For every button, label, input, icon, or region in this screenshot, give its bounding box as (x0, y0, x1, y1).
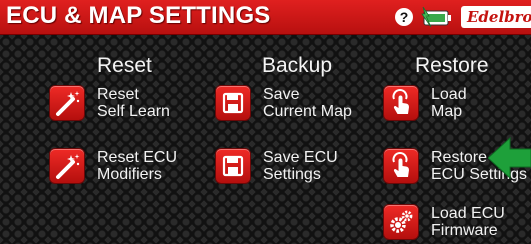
label-line-1: Reset ECU (97, 149, 178, 166)
edelbrock-logo: Edelbrock (461, 6, 531, 28)
load-ecu-firmware-button[interactable]: Load ECU Firmware (384, 203, 505, 243)
battery-charging-icon (421, 6, 451, 28)
header-bar: ECU & MAP SETTINGS ? Edelbrock (0, 0, 531, 35)
column-heading-backup: Backup (262, 54, 333, 77)
label-line-2: Map (431, 103, 463, 120)
reset-ecu-modifiers-button[interactable]: Reset ECU Modifiers (50, 147, 177, 187)
label-line-1: Load (431, 86, 467, 103)
reset-ecu-modifiers-label: Reset ECU Modifiers (97, 149, 177, 183)
reset-self-learn-button[interactable]: Reset Self Learn (50, 84, 170, 124)
column-heading-restore: Restore (415, 54, 489, 77)
label-line-2: Modifiers (97, 166, 162, 183)
load-map-button[interactable]: Load Map (384, 84, 484, 124)
floppy-disk-icon (216, 86, 250, 120)
touch-hand-icon (384, 149, 418, 183)
load-ecu-firmware-label: Load ECU Firmware (431, 205, 505, 239)
wand-icon (50, 149, 84, 183)
column-heading-reset: Reset (97, 54, 152, 77)
label-line-1: Reset (97, 86, 139, 103)
help-icon[interactable]: ? (395, 8, 413, 26)
save-current-map-label: Save Current Map (263, 86, 352, 120)
touch-hand-icon (384, 86, 418, 120)
gears-icon (384, 205, 418, 239)
save-current-map-button[interactable]: Save Current Map (216, 84, 352, 124)
label-line-2: Settings (263, 166, 321, 183)
green-arrow-icon (488, 136, 531, 180)
label-line-2: Current Map (263, 103, 352, 120)
label-line-1: Save (263, 86, 300, 103)
save-ecu-settings-button[interactable]: Save ECU Settings (216, 147, 346, 187)
floppy-disk-icon (216, 149, 250, 183)
page-title: ECU & MAP SETTINGS (6, 2, 271, 29)
save-ecu-settings-label: Save ECU Settings (263, 149, 338, 183)
label-line-2: Firmware (431, 222, 498, 239)
wand-icon (50, 86, 84, 120)
label-line-1: Load ECU (431, 205, 505, 222)
load-map-label: Load Map (431, 86, 467, 120)
label-line-1: Save ECU (263, 149, 338, 166)
restore-ecu-settings-button[interactable]: Restore ECU Settings (384, 147, 527, 187)
label-line-2: Self Learn (97, 103, 170, 120)
reset-self-learn-label: Reset Self Learn (97, 86, 170, 120)
